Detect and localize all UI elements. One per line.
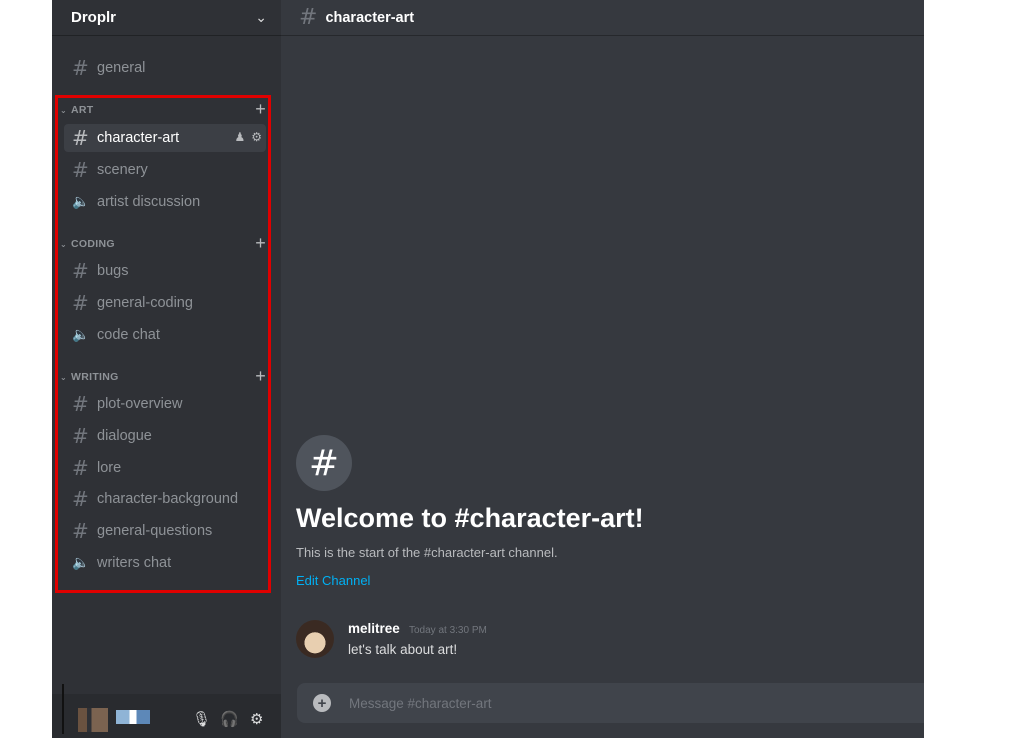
channel-label: general-coding <box>97 295 193 311</box>
channel-label: lore <box>97 460 122 476</box>
category-writing[interactable]: ⌄ WRITING + <box>60 366 266 387</box>
hash-icon: # <box>72 487 89 511</box>
hash-icon: # <box>296 435 352 491</box>
add-attachment-icon[interactable]: + <box>313 694 331 712</box>
channel-general-questions[interactable]: # general-questions <box>64 517 266 545</box>
headphones-icon[interactable]: 🎧 <box>220 710 239 728</box>
hash-icon: # <box>72 56 89 80</box>
hash-icon: # <box>72 126 89 150</box>
server-header[interactable]: Droplr ⌄ <box>52 0 281 36</box>
channel-label: character-background <box>97 491 239 507</box>
gear-icon[interactable]: ⚙ <box>250 710 263 728</box>
hash-icon: # <box>72 259 89 283</box>
channel-general[interactable]: # general <box>64 54 266 82</box>
divider <box>62 684 64 734</box>
message-text: let's talk about art! <box>348 642 458 657</box>
chevron-down-icon[interactable]: ⌄ <box>255 9 267 26</box>
channel-label: dialogue <box>97 428 152 444</box>
gear-icon[interactable]: ⚙ <box>251 130 262 144</box>
speaker-icon: 🔈 <box>72 327 90 343</box>
channel-title: character-art <box>325 9 415 26</box>
message-composer: + <box>297 683 924 723</box>
channel-label: writers chat <box>97 555 172 571</box>
add-channel-icon[interactable]: + <box>255 99 266 120</box>
message-author[interactable]: melitree <box>348 621 400 636</box>
add-channel-icon[interactable]: + <box>255 233 266 254</box>
channel-artist-discussion[interactable]: 🔈 artist discussion <box>64 188 266 216</box>
channel-general-coding[interactable]: # general-coding <box>64 289 266 317</box>
hash-icon: # <box>299 5 318 30</box>
category-label: CODING <box>71 238 115 250</box>
welcome-subtitle: This is the start of the #character-art … <box>296 545 558 560</box>
channel-sidebar: Droplr ⌄ # general ⌄ ART + # character-a… <box>52 0 281 738</box>
category-art[interactable]: ⌄ ART + <box>60 99 266 120</box>
message-timestamp: Today at 3:30 PM <box>409 625 487 636</box>
hash-icon: # <box>72 456 89 480</box>
hash-icon: # <box>72 392 89 416</box>
channel-label: bugs <box>97 263 129 279</box>
right-margin <box>924 0 1024 738</box>
channel-dialogue[interactable]: # dialogue <box>64 422 266 450</box>
category-coding[interactable]: ⌄ CODING + <box>60 233 266 254</box>
user-status-image <box>116 710 150 724</box>
hash-icon: # <box>72 158 89 182</box>
invite-icon[interactable]: ♟ <box>234 130 245 144</box>
avatar[interactable] <box>78 708 108 732</box>
channel-scenery[interactable]: # scenery <box>64 156 266 184</box>
channel-label: general <box>97 60 146 76</box>
hash-icon: # <box>72 424 89 448</box>
channel-label: character-art <box>97 130 180 146</box>
avatar[interactable] <box>296 620 334 658</box>
channel-bugs[interactable]: # bugs <box>64 257 266 285</box>
channel-character-background[interactable]: # character-background <box>64 485 266 513</box>
edit-channel-link[interactable]: Edit Channel <box>296 573 370 588</box>
add-channel-icon[interactable]: + <box>255 366 266 387</box>
left-margin <box>0 0 52 738</box>
channel-writers-chat[interactable]: 🔈 writers chat <box>64 549 266 577</box>
microphone-icon[interactable]: 🎙 <box>192 710 211 728</box>
speaker-icon: 🔈 <box>72 555 90 571</box>
user-panel: 🎙 🎧 ⚙ <box>52 684 281 738</box>
speaker-icon: 🔈 <box>72 194 90 210</box>
welcome-title: Welcome to #character-art! <box>296 503 644 533</box>
caret-down-icon: ⌄ <box>60 372 68 382</box>
category-label: WRITING <box>71 371 119 383</box>
channel-label: artist discussion <box>97 194 201 210</box>
channel-label: general-questions <box>97 523 213 539</box>
channel-code-chat[interactable]: 🔈 code chat <box>64 321 266 349</box>
caret-down-icon: ⌄ <box>60 105 68 115</box>
chat-area: # character-art # Welcome to #character-… <box>281 0 924 738</box>
channel-label: plot-overview <box>97 396 183 412</box>
server-name: Droplr <box>71 9 116 26</box>
channel-label: code chat <box>97 327 160 343</box>
channel-plot-overview[interactable]: # plot-overview <box>64 390 266 418</box>
channel-lore[interactable]: # lore <box>64 454 266 482</box>
caret-down-icon: ⌄ <box>60 239 68 249</box>
channel-character-art[interactable]: # character-art ♟ ⚙ <box>64 124 266 152</box>
hash-icon: # <box>72 291 89 315</box>
message-input[interactable] <box>349 695 869 711</box>
category-label: ART <box>71 104 94 116</box>
channel-header: # character-art <box>281 0 924 36</box>
channel-label: scenery <box>97 162 148 178</box>
hash-icon: # <box>72 519 89 543</box>
